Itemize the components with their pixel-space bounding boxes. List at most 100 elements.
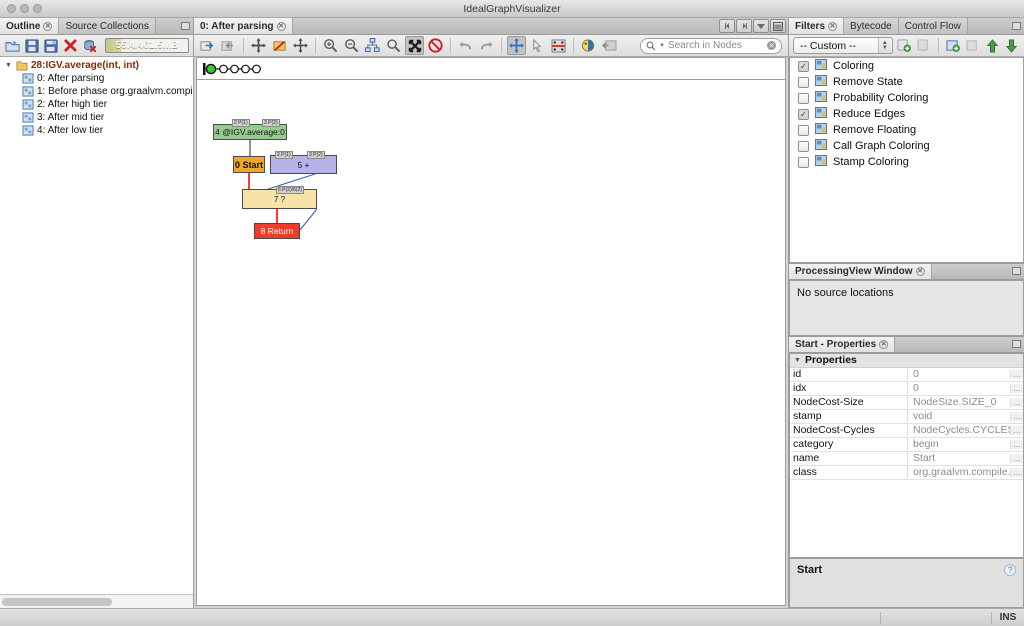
zoom-out-icon[interactable] <box>342 36 361 55</box>
tab-filters[interactable]: Filters ✕ <box>789 18 845 34</box>
tree-item-2[interactable]: 2: After high tier <box>0 98 193 111</box>
tab-source-collections[interactable]: Source Collections <box>59 18 156 34</box>
filter-checkbox[interactable]: ✓ <box>798 60 809 72</box>
filter-profile-select[interactable]: -- Custom -- ▲ ▼ <box>793 37 893 54</box>
hierarchy-layout-icon[interactable] <box>363 36 382 55</box>
filter-row-coloring[interactable]: ✓ Coloring <box>790 58 1023 74</box>
redo-icon[interactable] <box>477 36 496 55</box>
graph-node-4-port-0[interactable]: 2 P(1) <box>232 119 250 127</box>
graph-node-4-port-1[interactable]: 3 P(2) <box>262 119 280 127</box>
graph-node-7[interactable]: 7 ? 6 P(2)/6(2) <box>242 186 317 209</box>
filters-maximize-button[interactable] <box>1008 18 1024 34</box>
graph-node-4[interactable]: 4 @IGV.average:0 2 P(1) 3 P(2) <box>213 119 287 140</box>
property-editor-button[interactable]: … <box>1010 383 1023 393</box>
graph-canvas[interactable]: 4 @IGV.average:0 2 P(1) 3 P(2) 0 Start 5… <box>196 79 786 606</box>
outline-maximize-button[interactable] <box>177 18 193 34</box>
next-icon[interactable] <box>736 19 752 33</box>
maximize-icon[interactable] <box>770 19 786 33</box>
properties-table[interactable]: ▼ Properties id 0 … idx 0 … NodeCost-Siz… <box>789 352 1024 558</box>
phase-navigator-strip[interactable] <box>196 57 786 79</box>
filter-row-remove-state[interactable]: Remove State <box>790 74 1023 90</box>
property-editor-button[interactable]: … <box>1010 439 1023 449</box>
properties-maximize-button[interactable] <box>1008 336 1024 352</box>
tab-after-parsing[interactable]: 0: After parsing ✕ <box>194 18 293 34</box>
outline-tree[interactable]: ▼ 28:IGV.average(int, int) 0: After pars… <box>0 57 193 594</box>
prev-icon[interactable] <box>719 19 735 33</box>
import-icon[interactable] <box>219 36 238 55</box>
processing-view-maximize-button[interactable] <box>1008 263 1024 279</box>
table-row[interactable]: id 0 … <box>790 368 1023 382</box>
table-row[interactable]: idx 0 … <box>790 382 1023 396</box>
graph-node-8-return[interactable]: 8 Return <box>254 223 300 239</box>
property-editor-button[interactable]: … <box>1010 397 1023 407</box>
save-icon[interactable] <box>23 37 39 55</box>
expand-successors-icon[interactable] <box>291 36 310 55</box>
table-row[interactable]: NodeCost-Cycles NodeCycles.CYCLES_0 … <box>790 424 1023 438</box>
export-icon[interactable] <box>198 36 217 55</box>
tree-item-4[interactable]: 4: After low tier <box>0 124 193 137</box>
cluster-icon[interactable] <box>549 36 568 55</box>
properties-group-header[interactable]: ▼ Properties <box>790 353 1023 368</box>
remove-all-icon[interactable] <box>82 37 98 55</box>
table-row[interactable]: name Start … <box>790 452 1023 466</box>
graph-node-7-port-0[interactable]: 6 P(2)/6(2) <box>276 186 304 194</box>
tree-item-0[interactable]: 0: After parsing <box>0 72 193 85</box>
graph-node-0-start[interactable]: 0 Start <box>233 156 265 173</box>
property-editor-button[interactable]: … <box>1010 411 1023 421</box>
no-layout-icon[interactable] <box>426 36 445 55</box>
move-up-icon[interactable] <box>984 37 1001 55</box>
expand-predecessors-icon[interactable] <box>249 36 268 55</box>
remove-filter-icon[interactable] <box>915 37 932 55</box>
duplicate-filter-icon[interactable] <box>964 37 981 55</box>
chevron-updown-icon[interactable]: ▲ ▼ <box>877 38 891 53</box>
search-input[interactable]: ▼ Search in Nodes ✕ <box>640 37 782 54</box>
filter-checkbox[interactable] <box>798 76 809 88</box>
graph-node-5-port-1[interactable]: 3 P(2) <box>307 151 325 159</box>
close-icon[interactable]: ✕ <box>276 21 286 31</box>
graph-node-5-port-0[interactable]: 2 P(1) <box>275 151 293 159</box>
table-row[interactable]: category begin … <box>790 438 1023 452</box>
zoom-fit-icon[interactable] <box>384 36 403 55</box>
clear-search-icon[interactable]: ✕ <box>767 41 776 50</box>
cut-edges-icon[interactable] <box>270 36 289 55</box>
add-filter-icon[interactable] <box>896 37 913 55</box>
move-down-icon[interactable] <box>1003 37 1020 55</box>
expand-triangle-icon[interactable]: ▼ <box>794 357 801 364</box>
property-editor-button[interactable]: … <box>1010 467 1023 477</box>
undo-icon[interactable] <box>456 36 475 55</box>
table-row[interactable]: NodeCost-Size NodeSize.SIZE_0 … <box>790 396 1023 410</box>
close-icon[interactable]: ✕ <box>879 339 889 349</box>
stabilized-layout-icon[interactable] <box>405 36 424 55</box>
table-row[interactable]: stamp void … <box>790 410 1023 424</box>
dropdown-icon[interactable] <box>753 19 769 33</box>
open-folder-icon[interactable] <box>4 37 20 55</box>
tab-outline[interactable]: Outline ✕ <box>0 18 60 34</box>
zoom-in-icon[interactable] <box>321 36 340 55</box>
filters-list[interactable]: ✓ Coloring Remove State Probability Colo… <box>789 57 1024 263</box>
pan-tool-icon[interactable] <box>507 36 526 55</box>
memory-gauge[interactable]: 55.4/461.5MB <box>105 38 190 53</box>
tree-item-3[interactable]: 3: After mid tier <box>0 111 193 124</box>
table-row[interactable]: class org.graalvm.compile... … <box>790 466 1023 480</box>
filter-row-stamp-coloring[interactable]: Stamp Coloring <box>790 154 1023 170</box>
scrollbar-thumb[interactable] <box>2 597 112 606</box>
property-editor-button[interactable]: … <box>1010 369 1023 379</box>
color-icon[interactable] <box>579 36 598 55</box>
tab-bytecode[interactable]: Bytecode <box>844 18 899 34</box>
filter-row-reduce-edges[interactable]: ✓ Reduce Edges <box>790 106 1023 122</box>
filter-checkbox[interactable]: ✓ <box>798 108 809 120</box>
filter-row-call-graph-coloring[interactable]: Call Graph Coloring <box>790 138 1023 154</box>
collapse-icon[interactable] <box>600 36 619 55</box>
filter-row-probability-coloring[interactable]: Probability Coloring <box>790 90 1023 106</box>
remove-icon[interactable] <box>62 37 78 55</box>
tree-root-item[interactable]: ▼ 28:IGV.average(int, int) <box>0 59 193 72</box>
tab-processing-view[interactable]: ProcessingView Window ✕ <box>789 263 932 279</box>
tab-properties[interactable]: Start - Properties ✕ <box>789 336 896 352</box>
select-tool-icon[interactable] <box>528 36 547 55</box>
search-dropdown-icon[interactable]: ▼ <box>659 43 665 49</box>
graph-node-5-add[interactable]: 5 + 2 P(1) 3 P(2) <box>270 151 337 174</box>
close-icon[interactable]: ✕ <box>43 21 53 31</box>
property-editor-button[interactable]: … <box>1010 425 1023 435</box>
expand-triangle-icon[interactable]: ▼ <box>4 62 13 69</box>
tree-item-1[interactable]: 1: Before phase org.graalvm.compi <box>0 85 193 98</box>
